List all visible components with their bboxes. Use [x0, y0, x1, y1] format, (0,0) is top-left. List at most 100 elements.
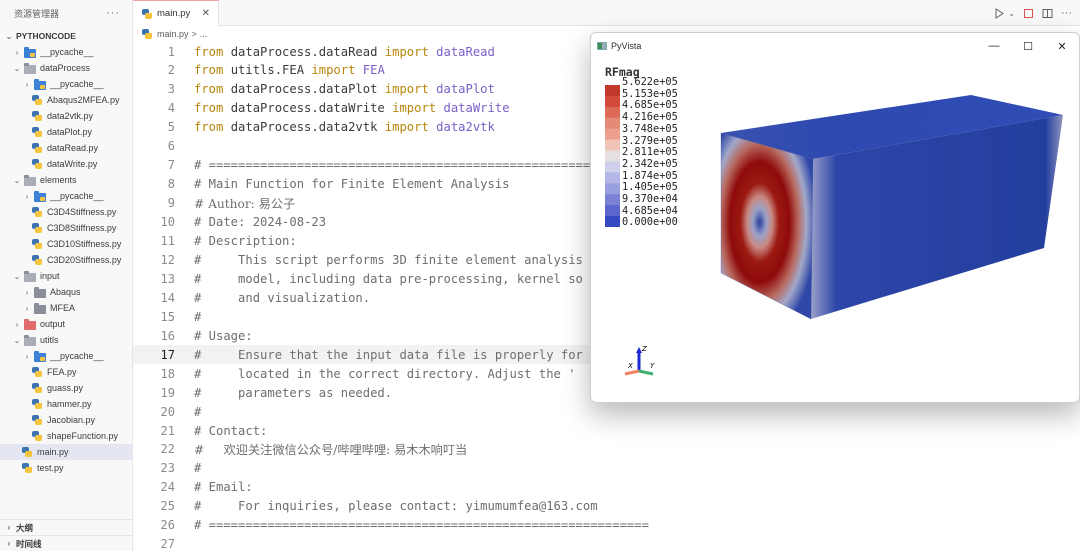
code-token: from — [194, 120, 231, 135]
outline-panel[interactable]: › 大纲 — [0, 519, 133, 535]
file-item[interactable]: C3D20Stiffness.py — [0, 252, 132, 268]
scalar-bar-label: 0.000e+00 — [622, 216, 678, 229]
code-line[interactable]: 24 # Email: — [133, 478, 1080, 497]
pyvista-titlebar[interactable]: PyVista — ☐ ✕ — [591, 33, 1079, 59]
maximize-button[interactable]: ☐ — [1011, 33, 1045, 59]
folder-item[interactable]: ⌄ elements — [0, 172, 132, 188]
python-file-icon — [32, 159, 42, 169]
scalar-bar-segment — [605, 95, 620, 108]
file-item[interactable]: dataPlot.py — [0, 124, 132, 140]
file-item[interactable]: Abaqus2MFEA.py — [0, 92, 132, 108]
folder-item[interactable]: › __pycache__ — [0, 348, 132, 364]
folder-item[interactable]: › __pycache__ — [0, 44, 132, 60]
more-actions-icon[interactable]: ··· — [1061, 7, 1072, 19]
tab-main-py[interactable]: main.py ✕ — [133, 0, 219, 26]
folder-icon — [24, 63, 36, 74]
line-number: 6 — [167, 139, 175, 154]
workspace-root[interactable]: ⌄ PYTHONCODE — [0, 28, 132, 44]
file-item[interactable]: C3D10Stiffness.py — [0, 236, 132, 252]
code-text: # — [194, 310, 201, 324]
run-icon[interactable] — [994, 7, 1005, 19]
chevron-down-icon: ⌄ — [13, 335, 21, 345]
mesh-render-beam[interactable] — [711, 83, 1071, 333]
folder-item[interactable]: › Abaqus — [0, 284, 132, 300]
scalar-bar-label: 9.370e+04 — [622, 193, 678, 206]
folder-icon — [34, 303, 46, 314]
line-number: 16 — [160, 328, 175, 343]
file-item[interactable]: shapeFunction.py — [0, 428, 132, 444]
line-number: 14 — [160, 290, 175, 305]
code-text: # Ensure that the input data file is pro… — [194, 348, 583, 362]
code-token: dataProcess.dataRead — [230, 44, 385, 59]
breadcrumb-rest[interactable]: ... — [200, 29, 208, 39]
code-line[interactable]: 22 # 欢迎关注微信公众号/哔哩哔哩: 易木木响叮当 — [133, 440, 1080, 459]
close-button[interactable]: ✕ — [1045, 33, 1079, 59]
folder-icon — [24, 335, 36, 346]
code-token: import — [311, 63, 363, 78]
file-item[interactable]: C3D8Stiffness.py — [0, 220, 132, 236]
file-tree: › __pycache__ ⌄ dataProcess › __pycache__ Abaq… — [0, 44, 132, 476]
code-line[interactable]: 21 # Contact: — [133, 421, 1080, 440]
code-line[interactable]: 23 # — [133, 459, 1080, 478]
file-item[interactable]: data2vtk.py — [0, 108, 132, 124]
code-token: dataProcess.data2vtk — [230, 120, 385, 135]
tree-item-label: MFEA — [50, 303, 76, 313]
folder-item[interactable]: › __pycache__ — [0, 188, 132, 204]
tree-item-label: elements — [40, 175, 77, 185]
tree-item-label: output — [40, 319, 66, 329]
scalar-bar-segment — [605, 150, 620, 162]
code-token: FEA — [362, 63, 385, 78]
pyvista-logo-icon — [597, 42, 607, 50]
folder-item[interactable]: › MFEA — [0, 300, 132, 316]
chevron-down-icon: ⌄ — [5, 31, 13, 41]
chevron-right-icon: › — [15, 47, 19, 57]
code-line[interactable]: 27 — [133, 535, 1080, 551]
code-line[interactable]: 20 # — [133, 402, 1080, 421]
minimize-button[interactable]: — — [977, 33, 1011, 59]
run-dropdown-icon[interactable]: ⌄ — [1008, 9, 1015, 18]
code-token: # Main Function for Finite Element Analy… — [194, 177, 510, 192]
code-token: from — [194, 82, 231, 97]
timeline-panel[interactable]: › 时间线 — [0, 535, 133, 551]
ellipsis-icon[interactable]: ··· — [106, 7, 120, 19]
stop-icon[interactable] — [1023, 8, 1034, 19]
tree-item-label: C3D8Stiffness.py — [47, 223, 117, 233]
file-item[interactable]: dataRead.py — [0, 140, 132, 156]
chevron-right-icon: › — [25, 79, 29, 89]
scalar-bar-segment — [605, 205, 620, 217]
code-line[interactable]: 26 # ====================================… — [133, 516, 1080, 535]
line-number: 1 — [167, 44, 175, 59]
code-text: # model, including data pre-processing, … — [194, 272, 583, 286]
folder-item[interactable]: ⌄ utitls — [0, 332, 132, 348]
pyvista-window: PyVista — ☐ ✕ RFmag 5.622e+05 5.153e+05 4.… — [590, 32, 1080, 403]
tree-item-label: C3D10Stiffness.py — [47, 239, 122, 249]
folder-icon — [24, 271, 36, 282]
folder-item[interactable]: › __pycache__ — [0, 76, 132, 92]
file-item[interactable]: C3D4Stiffness.py — [0, 204, 132, 220]
file-item[interactable]: main.py — [0, 444, 132, 460]
code-token: # Ensure that the input data file is pro… — [194, 347, 583, 362]
line-number: 2 — [167, 63, 175, 78]
python-file-icon — [32, 111, 42, 121]
folder-item[interactable]: › output — [0, 316, 132, 332]
python-file-icon — [22, 447, 32, 457]
file-item[interactable]: hammer.py — [0, 396, 132, 412]
chevron-right-icon: › — [25, 303, 29, 313]
folder-item[interactable]: ⌄ dataProcess — [0, 60, 132, 76]
file-item[interactable]: guass.py — [0, 380, 132, 396]
python-file-icon — [32, 239, 42, 249]
close-icon[interactable]: ✕ — [202, 8, 210, 19]
split-editor-icon[interactable] — [1042, 8, 1053, 19]
file-item[interactable]: Jacobian.py — [0, 412, 132, 428]
pycache-folder-icon — [24, 47, 36, 58]
code-line[interactable]: 25 # For inquiries, please contact: yimum… — [133, 497, 1080, 516]
sidebar-bottom-panels: › 大纲 › 时间线 — [0, 519, 133, 551]
code-token: from — [194, 44, 231, 59]
folder-item[interactable]: ⌄ input — [0, 268, 132, 284]
python-file-icon — [32, 399, 42, 409]
file-item[interactable]: test.py — [0, 460, 132, 476]
file-item[interactable]: FEA.py — [0, 364, 132, 380]
breadcrumb-file[interactable]: main.py — [157, 29, 189, 39]
file-item[interactable]: dataWrite.py — [0, 156, 132, 172]
scalar-bar-segment — [605, 139, 620, 152]
